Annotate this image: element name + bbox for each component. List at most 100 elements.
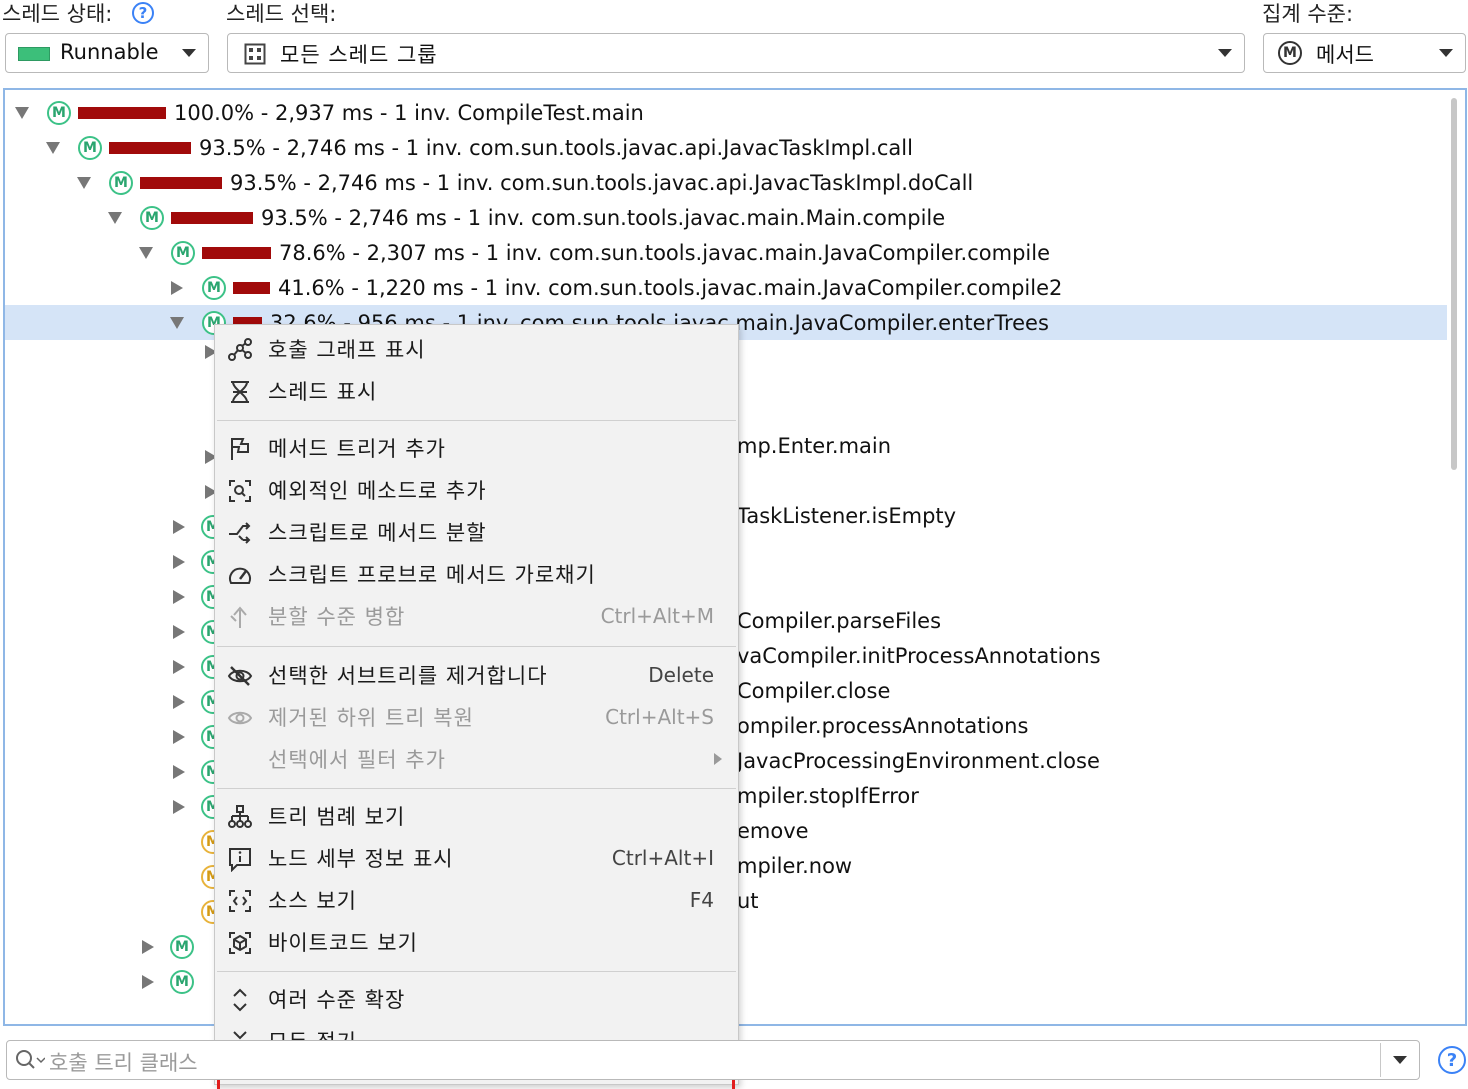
expand-toggle-icon[interactable] <box>173 730 185 744</box>
collapse-toggle-icon[interactable] <box>15 106 29 119</box>
menu-item[interactable]: 스레드 표시 <box>215 371 738 411</box>
method-icon: M <box>47 100 71 125</box>
tree-row[interactable]: M 100.0% - 2,937 ms - 1 inv. CompileTest.… <box>5 95 1447 130</box>
collapse-toggle-icon[interactable] <box>77 176 91 189</box>
bytecode-icon <box>227 930 253 956</box>
menu-item-label: 선택에서 필터 추가 <box>268 748 446 772</box>
method-icon: M <box>170 935 194 959</box>
menu-item[interactable]: 소스 보기 F4 <box>215 880 738 920</box>
menu-item: 분할 수준 병합 Ctrl+Alt+M <box>215 596 738 636</box>
tree-row-label-tail: ut <box>737 889 759 913</box>
flag-icon <box>227 436 253 462</box>
expand-toggle-icon[interactable] <box>173 660 185 674</box>
menu-item[interactable]: 스크립트로 메서드 분할 <box>215 512 738 552</box>
aggregation-combo[interactable]: M 메서드 <box>1263 33 1466 73</box>
tree-row-label-tail: mpiler.now <box>737 854 853 878</box>
thread-select-value: 모든 스레드 그룹 <box>280 43 438 67</box>
tree-row-label: 93.5% - 2,746 ms - 1 inv. com.sun.tools.… <box>230 170 974 195</box>
expand-toggle-icon[interactable] <box>173 765 185 779</box>
collapse-toggle-icon[interactable] <box>108 211 122 224</box>
expand-toggle-icon[interactable] <box>173 695 185 709</box>
tree-row[interactable]: M 93.5% - 2,746 ms - 1 inv. com.sun.tools… <box>5 200 1447 235</box>
tree-row-label-tail: Compiler.parseFiles <box>737 609 942 633</box>
collapse-toggle-icon[interactable] <box>46 141 60 154</box>
tree-row-label-tail: emove <box>737 819 809 843</box>
search-placeholder: 호출 트리 클래스 <box>49 1051 198 1075</box>
tree-row-label-tail: TaskListener.isEmpty <box>737 504 957 528</box>
vertical-scrollbar[interactable] <box>1449 94 1459 1022</box>
menu-item[interactable]: 여러 수준 확장 <box>215 979 738 1019</box>
menu-separator <box>217 788 736 789</box>
expand-toggle-icon[interactable] <box>173 520 185 534</box>
collapse-toggle-icon[interactable] <box>139 246 153 259</box>
call-tree-search[interactable]: 호출 트리 클래스 <box>6 1040 1420 1080</box>
help-icon[interactable]: ? <box>1438 1046 1466 1074</box>
menu-separator <box>217 646 736 647</box>
chevron-right-icon <box>714 753 722 765</box>
tree-row-label: 100.0% - 2,937 ms - 1 inv. CompileTest.m… <box>174 100 644 125</box>
expand-toggle-icon[interactable] <box>170 280 184 295</box>
menu-item[interactable]: 메서드 트리거 추가 <box>215 428 738 468</box>
tree-row[interactable]: M 41.6% - 1,220 ms - 1 inv. com.sun.tools… <box>5 270 1447 305</box>
tree-row-label: 93.5% - 2,746 ms - 1 inv. com.sun.tools.… <box>261 205 946 230</box>
menu-item-label: 바이트코드 보기 <box>268 931 418 955</box>
tree-row-label-tail: vaCompiler.initProcessAnnotations <box>737 644 1101 668</box>
menu-item-label: 호출 그래프 표시 <box>268 338 426 362</box>
thread-status-combo[interactable]: Runnable <box>5 33 209 73</box>
gauge-icon <box>227 562 253 588</box>
menu-item[interactable]: 트리 범례 보기 <box>215 796 738 836</box>
scrollbar-thumb[interactable] <box>1451 98 1457 470</box>
hide-icon <box>227 663 253 689</box>
merge-icon <box>227 604 253 630</box>
tree-row[interactable]: M 93.5% - 2,746 ms - 1 inv. com.sun.tools… <box>5 165 1447 200</box>
expand-toggle-icon[interactable] <box>142 975 154 989</box>
method-icon: M <box>140 205 164 230</box>
expand-toggle-icon[interactable] <box>173 590 185 604</box>
tree-row-label-tail: mp.Enter.main <box>737 434 892 458</box>
menu-separator <box>217 420 736 421</box>
menu-item-label: 예외적인 메소드로 추가 <box>268 479 487 503</box>
menu-item-label: 여러 수준 확장 <box>268 988 406 1012</box>
context-menu: 호출 그래프 표시스레드 표시메서드 트리거 추가예외적인 메소드로 추가스크립… <box>214 324 739 1089</box>
tree-row-label: 93.5% - 2,746 ms - 1 inv. com.sun.tools.… <box>199 135 913 160</box>
split-icon <box>227 520 253 546</box>
chevron-down-icon[interactable] <box>1393 1056 1407 1064</box>
menu-item[interactable]: 호출 그래프 표시 <box>215 329 738 369</box>
thread-select-combo[interactable]: 모든 스레드 그룹 <box>227 33 1245 73</box>
menu-item[interactable]: 바이트코드 보기 <box>215 922 738 962</box>
thread-status-value: Runnable <box>60 40 159 64</box>
menu-item-label: 노드 세부 정보 표시 <box>268 847 454 871</box>
menu-item-label: 트리 범례 보기 <box>268 805 406 829</box>
time-bar <box>233 281 270 294</box>
eye-icon <box>227 705 253 731</box>
exceptional-method-icon <box>227 478 253 504</box>
tree-row-label-tail: Compiler.close <box>737 679 891 703</box>
menu-item[interactable]: 예외적인 메소드로 추가 <box>215 470 738 510</box>
chevron-down-icon <box>1218 49 1232 57</box>
expand-toggle-icon[interactable] <box>173 625 185 639</box>
info-icon <box>227 846 253 872</box>
runnable-color-swatch <box>18 47 50 61</box>
menu-item-shortcut: Ctrl+Alt+I <box>611 846 714 870</box>
chevron-down-icon <box>182 49 196 57</box>
tree-row-label-tail: mpiler.stopIfError <box>737 784 919 808</box>
search-icon <box>15 1049 46 1075</box>
help-icon[interactable]: ? <box>132 2 154 24</box>
expand-toggle-icon[interactable] <box>173 555 185 569</box>
tree-row[interactable]: M 78.6% - 2,307 ms - 1 inv. com.sun.tools… <box>5 235 1447 270</box>
method-icon: M <box>78 135 102 160</box>
menu-item[interactable]: 노드 세부 정보 표시 Ctrl+Alt+I <box>215 838 738 878</box>
tree-row-label: 41.6% - 1,220 ms - 1 inv. com.sun.tools.… <box>278 275 1063 300</box>
expand-toggle-icon[interactable] <box>142 940 154 954</box>
expand-toggle-icon[interactable] <box>173 800 185 814</box>
thread-select-label: 스레드 선택: <box>226 2 337 26</box>
menu-item[interactable]: 스크립트 프로브로 메서드 가로채기 <box>215 554 738 594</box>
method-icon: M <box>171 240 195 265</box>
menu-item-shortcut: Delete <box>648 663 714 687</box>
tree-row[interactable]: M 93.5% - 2,746 ms - 1 inv. com.sun.tools… <box>5 130 1447 165</box>
collapse-toggle-icon[interactable] <box>170 316 184 329</box>
thread-status-label: 스레드 상태: <box>2 2 113 26</box>
thread-groups-icon <box>244 43 266 70</box>
source-icon <box>227 888 253 914</box>
menu-item[interactable]: 선택한 서브트리를 제거합니다 Delete <box>215 655 738 695</box>
